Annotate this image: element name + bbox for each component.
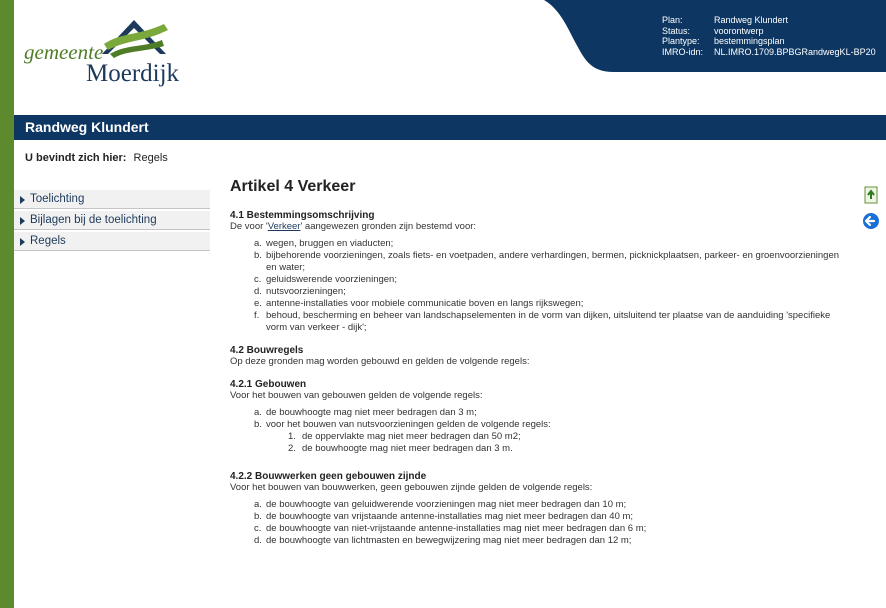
list-text: de bouwhoogte mag niet meer bedragen dan… [266,407,477,418]
article-title: Artikel 4 Verkeer [230,178,356,195]
municipality-logo[interactable]: gemeente Moerdijk [24,14,204,94]
breadcrumb: U bevindt zich hier: Regels [25,152,168,164]
section-intro: Op deze gronden mag worden gebouwd en ge… [230,356,530,367]
list-item: d. de bouwhoogte van lichtmasten en beweg… [230,535,850,547]
list-text: geluidswerende voorzieningen; [266,274,397,285]
breadcrumb-label: U bevindt zich hier: [25,152,127,164]
section-heading: 4.2.1 Gebouwen [230,379,307,390]
plan-info-value: NL.IMRO.1709.BPBGRandwegKL-BP20 [714,46,876,57]
list-marker: d. [254,535,262,546]
list-marker: 2. [288,443,296,454]
intro-text: De voor ' [230,221,268,232]
list-marker: b. [254,511,262,522]
page-header: gemeente Moerdijk Plan: Randweg Klundert… [14,0,886,110]
breadcrumb-current[interactable]: Regels [134,152,168,164]
section-bestemmingsomschrijving: 4.1 Bestemmingsomschrijving De voor 'Ver… [230,210,850,334]
list-marker: a. [254,499,262,510]
list-text: antenne-installaties voor mobiele commun… [266,298,584,309]
plan-info-row: Plan: Randweg Klundert [662,15,876,26]
list-marker: b. [254,419,262,430]
list-item: d. nutsvoorzieningen; [230,286,850,298]
list-marker: c. [254,523,262,534]
list-text: nutsvoorzieningen; [266,286,346,297]
list-item: b. bijbehorende voorzieningen, zoals fiet… [230,250,850,274]
section-heading: 4.1 Bestemmingsomschrijving [230,210,375,221]
plan-info-key: Status: [662,25,691,36]
plan-info-row: Status: voorontwerp [662,26,876,37]
list-item: f. behoud, bescherming en beheer van land… [230,310,850,334]
list-marker: f. [254,310,260,321]
list-marker: a. [254,238,262,249]
triangle-right-icon [20,238,25,246]
list-marker: a. [254,407,262,418]
sidebar-item-label: Toelichting [30,193,85,205]
list-text: de bouwhoogte van niet-vrijstaande anten… [266,523,647,534]
list-marker: c. [254,274,262,285]
list-marker: b. [254,250,262,261]
list-text: de oppervlakte mag niet meer bedragen da… [302,431,521,442]
plan-info-key: Plantype: [662,36,700,46]
section-gebouwen: 4.2.1 Gebouwen Voor het bouwen van gebou… [230,379,850,455]
list-item: e. antenne-installaties voor mobiele comm… [230,298,850,310]
list: a. de bouwhoogte mag niet meer bedragen d… [230,407,850,431]
list-text: de bouwhoogte mag niet meer bedragen dan… [302,443,513,454]
list-item: a. de bouwhoogte mag niet meer bedragen d… [230,407,850,419]
section-heading: 4.2.2 Bouwwerken geen gebouwen zijnde [230,471,427,482]
sidebar-item-label: Bijlagen bij de toelichting [30,214,157,226]
list-text: voor het bouwen van nutsvoorzieningen ge… [266,419,551,430]
section-bouwregels: 4.2 Bouwregels Op deze gronden mag worde… [230,345,850,368]
logo-word-moerdijk: Moerdijk [86,60,180,87]
list-item: c. geluidswerende voorzieningen; [230,274,850,286]
list: a. de bouwhoogte van geluidwerende voorzi… [230,499,850,547]
sidebar-item-label: Regels [30,235,66,247]
plan-info-value: voorontwerp [714,25,764,36]
plan-info-value: Randweg Klundert [714,15,789,25]
sidebar-item-bijlagen[interactable]: Bijlagen bij de toelichting [14,211,210,230]
plan-info-row: IMRO-idn: NL.IMRO.1709.BPBGRandwegKL-BP2… [662,47,876,58]
list-text: bijbehorende voorzieningen, zoals fiets-… [266,250,840,273]
list-item: a. wegen, bruggen en viaducten; [230,238,850,250]
plan-info-row: Plantype: bestemmingsplan [662,36,876,47]
sidebar-item-toelichting[interactable]: Toelichting [14,190,210,209]
list-item: b. de bouwhoogte van vrijstaande antenne-… [230,511,850,523]
logo-mark-icon [102,20,168,58]
triangle-right-icon [20,217,25,225]
list-text: wegen, bruggen en viaducten; [266,238,394,249]
sub-list: 1. de oppervlakte mag niet meer bedragen … [230,431,850,455]
list-item: 1. de oppervlakte mag niet meer bedragen … [230,431,850,443]
print-icon[interactable] [864,186,880,209]
verkeer-link[interactable]: Verkeer [268,221,301,232]
plan-info-panel: Plan: Randweg Klundert Status: voorontwe… [344,0,886,72]
list-text: behoud, bescherming en beheer van landsc… [266,310,831,333]
list-marker: e. [254,298,262,309]
section-intro: Voor het bouwen van bouwwerken, geen geb… [230,482,593,493]
list-text: de bouwhoogte van geluidwerende voorzien… [266,499,627,510]
list-text: de bouwhoogte van vrijstaande antenne-in… [266,511,634,522]
green-frame-left [0,0,14,608]
plan-title: Randweg Klundert [25,119,149,135]
list-item: b. voor het bouwen van nutsvoorzieningen … [230,419,850,431]
list-item: c. de bouwhoogte van niet-vrijstaande ant… [230,523,850,535]
section-heading: 4.2 Bouwregels [230,345,304,356]
list-item: 2. de bouwhoogte mag niet meer bedragen d… [230,443,850,455]
back-arrow-icon[interactable] [862,212,880,235]
list-marker: 1. [288,431,296,442]
list: a. wegen, bruggen en viaducten; b. bijbeho… [230,238,850,334]
list-text: de bouwhoogte van lichtmasten en bewegwi… [266,535,632,546]
section-intro: Voor het bouwen van gebouwen gelden de v… [230,390,483,401]
intro-text: ' aangewezen gronden zijn bestemd voor: [300,221,477,232]
plan-title-bar: Randweg Klundert [14,115,886,140]
plan-info-key: Plan: [662,15,683,25]
triangle-right-icon [20,196,25,204]
sidebar: Toelichting Bijlagen bij de toelichting … [14,190,210,253]
plan-info: Plan: Randweg Klundert Status: voorontwe… [662,15,876,57]
section-intro: De voor 'Verkeer' aangewezen gronden zij… [230,221,850,233]
section-bouwwerken: 4.2.2 Bouwwerken geen gebouwen zijnde Vo… [230,471,850,547]
plan-info-key: IMRO-idn: [662,46,704,57]
list-marker: d. [254,286,262,297]
sidebar-item-regels[interactable]: Regels [14,232,210,251]
plan-info-value: bestemmingsplan [714,36,785,46]
list-item: a. de bouwhoogte van geluidwerende voorzi… [230,499,850,511]
article-content: Artikel 4 Verkeer 4.1 Bestemmingsomschri… [230,178,850,558]
